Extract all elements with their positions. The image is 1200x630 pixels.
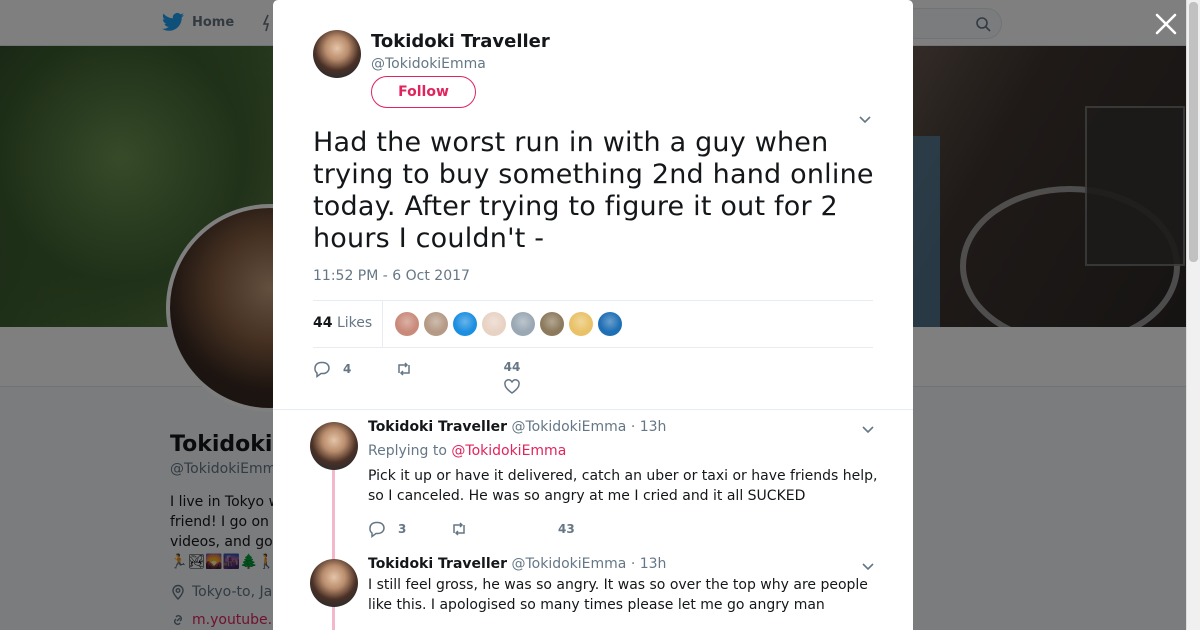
likes-label: Likes xyxy=(336,315,373,331)
like-count: 44 xyxy=(503,360,521,374)
reply-time[interactable]: · 13h xyxy=(631,556,667,572)
reply-icon xyxy=(314,361,330,378)
reply-actions: 3 43 xyxy=(368,520,668,544)
reply-time[interactable]: · 13h xyxy=(631,419,667,435)
reply-button[interactable]: 3 xyxy=(368,520,406,538)
author-avatar[interactable] xyxy=(313,30,361,78)
reply-count: 3 xyxy=(398,522,407,536)
like-button[interactable]: 43 xyxy=(558,522,575,536)
reply-icon xyxy=(369,521,385,538)
scrollbar-thumb[interactable] xyxy=(1189,2,1198,262)
stats-divider xyxy=(382,301,383,348)
tweet-text: Had the worst run in with a guy when try… xyxy=(313,127,874,254)
tweet-actions: 4 44 xyxy=(313,360,873,400)
follow-button[interactable]: Follow xyxy=(371,76,476,108)
author-handle[interactable]: @TokidokiEmma xyxy=(371,56,486,72)
retweet-button[interactable] xyxy=(395,360,413,378)
tweet-modal: Tokidoki Traveller @TokidokiEmma Follow … xyxy=(273,0,913,630)
reply-text: Pick it up or have it delivered, catch a… xyxy=(368,468,878,504)
replying-to-prefix: Replying to xyxy=(368,443,447,459)
tweet-stats: 44 Likes xyxy=(313,300,873,348)
liker-avatar[interactable] xyxy=(540,312,564,336)
liker-avatar[interactable] xyxy=(453,312,477,336)
liker-avatar[interactable] xyxy=(424,312,448,336)
reply-header: Tokidoki Traveller @TokidokiEmma · 13h xyxy=(368,556,666,572)
reply-avatar[interactable] xyxy=(310,422,358,470)
reply-count: 4 xyxy=(343,362,352,376)
liker-avatar[interactable] xyxy=(395,312,419,336)
tweet-timestamp[interactable]: 11:52 PM - 6 Oct 2017 xyxy=(313,268,470,284)
liker-avatar[interactable] xyxy=(598,312,622,336)
reply-button[interactable]: 4 xyxy=(313,360,351,378)
reply-avatar[interactable] xyxy=(310,559,358,607)
retweet-icon xyxy=(453,522,465,536)
chevron-down-icon[interactable] xyxy=(858,114,872,124)
reply-author-handle[interactable]: @TokidokiEmma xyxy=(511,556,626,572)
likes-count: 44 xyxy=(313,315,333,331)
heart-icon xyxy=(504,379,520,394)
reply-text: I still feel gross, he was so angry. It … xyxy=(368,577,868,613)
reply-header: Tokidoki Traveller @TokidokiEmma · 13h xyxy=(368,419,666,435)
liker-avatar[interactable] xyxy=(569,312,593,336)
chevron-down-icon[interactable] xyxy=(861,561,875,571)
replying-to: Replying to @TokidokiEmma xyxy=(368,443,566,459)
like-button[interactable]: 44 xyxy=(503,360,521,396)
like-count: 43 xyxy=(558,522,575,536)
chevron-down-icon[interactable] xyxy=(861,424,875,434)
replying-to-handle[interactable]: @TokidokiEmma xyxy=(451,443,566,459)
reply-author-name[interactable]: Tokidoki Traveller xyxy=(368,419,507,435)
retweet-button[interactable] xyxy=(450,520,468,538)
reply-author-name[interactable]: Tokidoki Traveller xyxy=(368,556,507,572)
page-scrollbar[interactable] xyxy=(1186,0,1200,630)
close-icon[interactable] xyxy=(1154,12,1178,36)
likes-stat[interactable]: 44 Likes xyxy=(313,315,372,331)
retweet-icon xyxy=(398,362,410,376)
likers-avatars xyxy=(395,312,622,336)
liker-avatar[interactable] xyxy=(482,312,506,336)
author-name[interactable]: Tokidoki Traveller xyxy=(371,31,550,52)
reply-author-handle[interactable]: @TokidokiEmma xyxy=(511,419,626,435)
liker-avatar[interactable] xyxy=(511,312,535,336)
